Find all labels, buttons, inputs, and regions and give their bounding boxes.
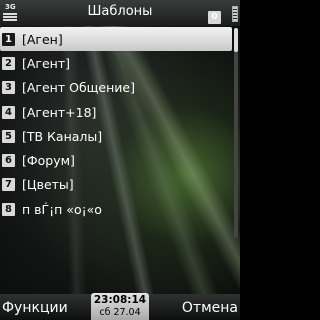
list-item-label: п вЃ¡п «о¡«о	[22, 201, 102, 217]
list-item-label: [Аген]	[22, 31, 63, 47]
list-item-number: 8	[2, 202, 15, 216]
template-list: 1 [Аген] 2 [Агент] 3 [Агент Общение] 4 […	[0, 27, 232, 221]
list-item-label: [ТВ Каналы]	[22, 128, 103, 144]
page-title: Шаблоны	[87, 4, 153, 19]
list-item[interactable]: 2 [Агент]	[0, 51, 232, 75]
battery-icon: 0	[208, 3, 238, 24]
list-item[interactable]: 4 [Агент+18]	[0, 100, 232, 124]
cancel-softkey[interactable]: Отмена	[182, 300, 238, 316]
clock-time: 23:08:14	[93, 294, 147, 306]
list-item[interactable]: 3 [Агент Общение]	[0, 76, 232, 100]
clock-widget: 23:08:14 сб 27.04	[91, 293, 149, 320]
list-item-number: 6	[2, 154, 15, 168]
list-item[interactable]: 8 п вЃ¡п «о¡«о	[0, 197, 232, 221]
list-item-number: 4	[2, 105, 15, 119]
list-item[interactable]: 1 [Аген]	[0, 27, 232, 52]
list-item[interactable]: 7 [Цветы]	[0, 173, 232, 197]
clock-date: сб 27.04	[99, 307, 141, 318]
list-item[interactable]: 6 [Форум]	[0, 148, 232, 172]
list-item-label: [Агент]	[22, 55, 71, 71]
scrollbar[interactable]	[234, 28, 238, 238]
list-item-label: [Агент Общение]	[22, 80, 135, 96]
battery-digit: 0	[208, 11, 221, 24]
options-softkey[interactable]: Функции	[2, 300, 68, 316]
list-item-label: [Цветы]	[22, 177, 74, 193]
list-item-number: 2	[2, 56, 15, 70]
scrollbar-thumb[interactable]	[234, 28, 238, 52]
title-bar: 3G Шаблоны 0	[0, 0, 240, 26]
list-item-label: [Агент+18]	[22, 104, 97, 120]
list-item-number: 1	[2, 32, 15, 46]
list-item[interactable]: 5 [ТВ Каналы]	[0, 124, 232, 148]
list-item-number: 3	[2, 81, 15, 95]
list-item-number: 5	[2, 129, 15, 143]
list-item-number: 7	[2, 178, 15, 192]
list-item-label: [Форум]	[22, 153, 75, 169]
softkey-bar: Функции 23:08:14 сб 27.04 Отмена	[0, 293, 240, 320]
screen: 3G Шаблоны 0 1 [Аген] 2 [Агент] 3 [Агент…	[0, 0, 240, 320]
